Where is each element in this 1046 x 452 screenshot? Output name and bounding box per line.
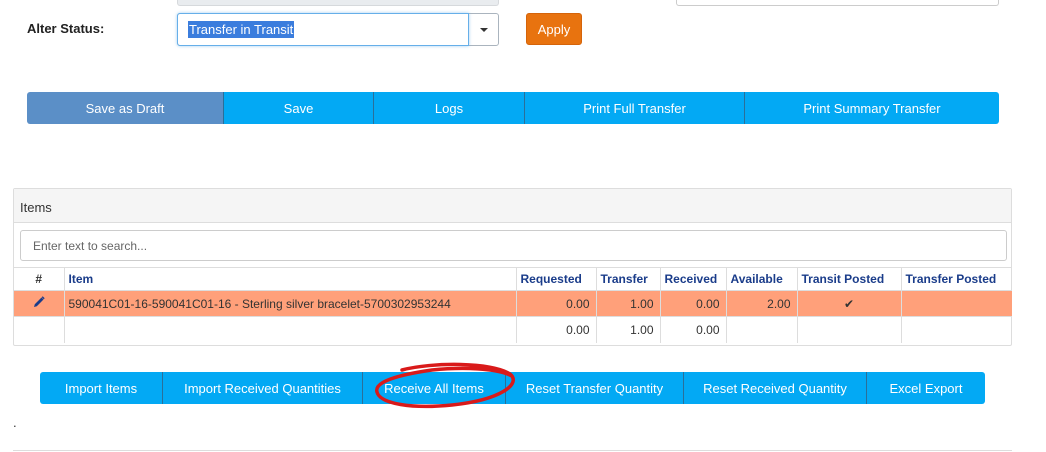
- status-selected-value: Transfer in Transit: [188, 21, 295, 38]
- column-header-received[interactable]: Received: [660, 267, 727, 291]
- transfer-action-toolbar: Save as Draft Save Logs Print Full Trans…: [27, 92, 999, 124]
- items-search-input[interactable]: [20, 230, 1007, 261]
- status-select[interactable]: Transfer in Transit: [177, 13, 499, 46]
- row-transfer-posted: [901, 290, 1012, 317]
- alter-status-label: Alter Status:: [27, 21, 105, 36]
- apply-button[interactable]: Apply: [526, 13, 582, 45]
- import-items-button[interactable]: Import Items: [40, 372, 163, 404]
- column-header-index: #: [14, 267, 65, 291]
- totals-transfer-posted-cell: [901, 316, 1012, 343]
- status-dropdown-toggle[interactable]: [468, 14, 498, 45]
- reset-transfer-quantity-button[interactable]: Reset Transfer Quantity: [506, 372, 684, 404]
- caret-down-icon: [479, 27, 488, 32]
- column-header-requested[interactable]: Requested: [516, 267, 597, 291]
- totals-item-cell: [64, 316, 517, 343]
- total-transfer: 1.00: [596, 316, 661, 343]
- items-action-toolbar: Import Items Import Received Quantities …: [40, 372, 985, 404]
- logs-button[interactable]: Logs: [374, 92, 525, 124]
- footer-mark: .: [13, 415, 17, 430]
- column-header-transfer-posted[interactable]: Transfer Posted: [901, 267, 1012, 291]
- save-as-draft-button[interactable]: Save as Draft: [27, 92, 224, 124]
- bottom-divider: [13, 450, 1012, 451]
- row-transfer: 1.00: [596, 290, 661, 317]
- items-table: # Item Requested Transfer Received Avail…: [14, 267, 1012, 343]
- row-received: 0.00: [660, 290, 727, 317]
- table-row[interactable]: 590041C01-16-590041C01-16 - Sterling sil…: [14, 290, 1012, 317]
- row-requested: 0.00: [516, 290, 597, 317]
- save-button[interactable]: Save: [224, 92, 374, 124]
- total-requested: 0.00: [516, 316, 597, 343]
- totals-available-cell: [726, 316, 798, 343]
- items-table-header: # Item Requested Transfer Received Avail…: [14, 267, 1012, 291]
- excel-export-button[interactable]: Excel Export: [867, 372, 985, 404]
- receive-all-items-button[interactable]: Receive All Items: [363, 372, 506, 404]
- totals-transit-posted-cell: [797, 316, 902, 343]
- row-transit-posted-check-icon: ✔: [797, 290, 902, 317]
- column-header-item[interactable]: Item: [64, 267, 517, 291]
- row-edit-cell[interactable]: [14, 290, 65, 317]
- column-header-transit-posted[interactable]: Transit Posted: [797, 267, 902, 291]
- row-available: 2.00: [726, 290, 798, 317]
- total-received: 0.00: [660, 316, 727, 343]
- totals-index-cell: [14, 316, 65, 343]
- items-panel: Items # Item Requested Transfer Received…: [13, 188, 1012, 346]
- column-header-transfer[interactable]: Transfer: [596, 267, 661, 291]
- top-left-field-stub: [177, 0, 499, 6]
- status-select-value-box[interactable]: Transfer in Transit: [177, 13, 469, 46]
- print-full-transfer-button[interactable]: Print Full Transfer: [525, 92, 745, 124]
- print-summary-transfer-button[interactable]: Print Summary Transfer: [745, 92, 999, 124]
- row-item-name: 590041C01-16-590041C01-16 - Sterling sil…: [64, 290, 517, 317]
- import-received-quantities-button[interactable]: Import Received Quantities: [163, 372, 363, 404]
- column-header-available[interactable]: Available: [726, 267, 798, 291]
- pencil-icon[interactable]: [33, 296, 45, 311]
- reset-received-quantity-button[interactable]: Reset Received Quantity: [684, 372, 867, 404]
- items-panel-title: Items: [14, 189, 1011, 223]
- top-right-field-stub: [676, 0, 999, 6]
- totals-row: 0.00 1.00 0.00: [14, 316, 1012, 343]
